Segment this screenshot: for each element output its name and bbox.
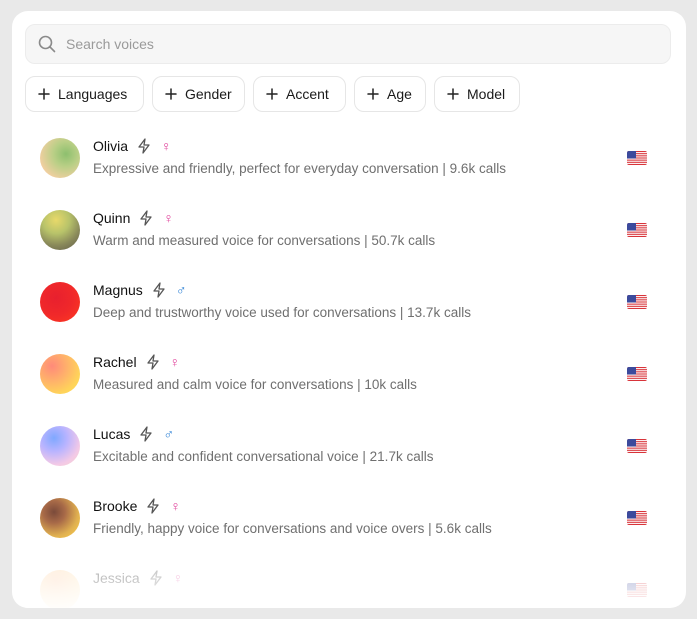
voice-row-jessica[interactable]: Jessica ♀ <box>25 556 663 608</box>
voice-description: Friendly, happy voice for conversations … <box>93 521 492 536</box>
female-icon: ♀ <box>169 354 181 370</box>
voice-name: Quinn <box>93 210 131 226</box>
plus-icon <box>266 88 278 100</box>
voice-picker-panel: Languages Gender Accent Age Model Olivia… <box>12 11 686 608</box>
voice-name: Olivia <box>93 138 129 154</box>
female-icon: ♀ <box>172 570 184 586</box>
us-flag-icon <box>627 511 647 525</box>
search-bar[interactable] <box>25 24 671 64</box>
us-flag-icon <box>627 151 647 165</box>
voice-row-quinn[interactable]: Quinn ♀ Warm and measured voice for conv… <box>25 196 663 268</box>
avatar <box>40 354 80 394</box>
lightning-icon <box>146 498 160 514</box>
filter-languages-button[interactable]: Languages <box>25 76 144 112</box>
avatar <box>40 498 80 538</box>
us-flag-icon <box>627 223 647 237</box>
voice-name: Rachel <box>93 354 137 370</box>
voice-description: Deep and trustworthy voice used for conv… <box>93 305 471 320</box>
avatar <box>40 570 80 608</box>
voice-name: Lucas <box>93 426 131 442</box>
voice-row-rachel[interactable]: Rachel ♀ Measured and calm voice for con… <box>25 340 663 412</box>
us-flag-icon <box>627 295 647 309</box>
lightning-icon <box>139 210 153 226</box>
male-icon: ♂ <box>163 426 174 442</box>
lightning-icon <box>146 354 160 370</box>
filter-label: Gender <box>185 86 232 102</box>
filter-label: Accent <box>286 86 329 102</box>
female-icon: ♀ <box>163 210 174 226</box>
search-input[interactable] <box>66 36 626 52</box>
voice-row-magnus[interactable]: Magnus ♂ Deep and trustworthy voice used… <box>25 268 663 340</box>
voice-name: Jessica <box>93 570 140 586</box>
lightning-icon <box>152 282 166 298</box>
female-icon: ♀ <box>161 138 172 154</box>
us-flag-icon <box>627 367 647 381</box>
avatar <box>40 426 80 466</box>
plus-icon <box>447 88 459 100</box>
voice-description: Expressive and friendly, perfect for eve… <box>93 161 506 176</box>
voice-name: Brooke <box>93 498 138 514</box>
us-flag-icon <box>627 439 647 453</box>
filter-label: Age <box>387 86 412 102</box>
voice-row-lucas[interactable]: Lucas ♂ Excitable and confident conversa… <box>25 412 663 484</box>
lightning-icon <box>137 138 151 154</box>
lightning-icon <box>149 570 163 586</box>
filter-age-button[interactable]: Age <box>354 76 426 112</box>
voice-description: Excitable and confident conversational v… <box>93 449 434 464</box>
male-icon: ♂ <box>175 282 187 298</box>
voice-description: Measured and calm voice for conversation… <box>93 377 417 392</box>
voice-description: Warm and measured voice for conversation… <box>93 233 436 248</box>
lightning-icon <box>139 426 153 442</box>
plus-icon <box>38 88 50 100</box>
avatar <box>40 210 80 250</box>
avatar <box>40 282 80 322</box>
voice-row-olivia[interactable]: Olivia ♀ Expressive and friendly, perfec… <box>25 124 663 196</box>
filter-label: Languages <box>58 86 128 102</box>
filter-accent-button[interactable]: Accent <box>253 76 346 112</box>
filter-gender-button[interactable]: Gender <box>152 76 245 112</box>
filter-label: Model <box>467 86 506 102</box>
voice-row-brooke[interactable]: Brooke ♀ Friendly, happy voice for conve… <box>25 484 663 556</box>
plus-icon <box>367 88 379 100</box>
us-flag-icon <box>627 583 647 597</box>
voice-list: Olivia ♀ Expressive and friendly, perfec… <box>25 124 663 608</box>
plus-icon <box>165 88 177 100</box>
search-icon <box>37 34 57 54</box>
filter-model-button[interactable]: Model <box>434 76 520 112</box>
voice-name: Magnus <box>93 282 143 298</box>
female-icon: ♀ <box>170 498 181 514</box>
avatar <box>40 138 80 178</box>
